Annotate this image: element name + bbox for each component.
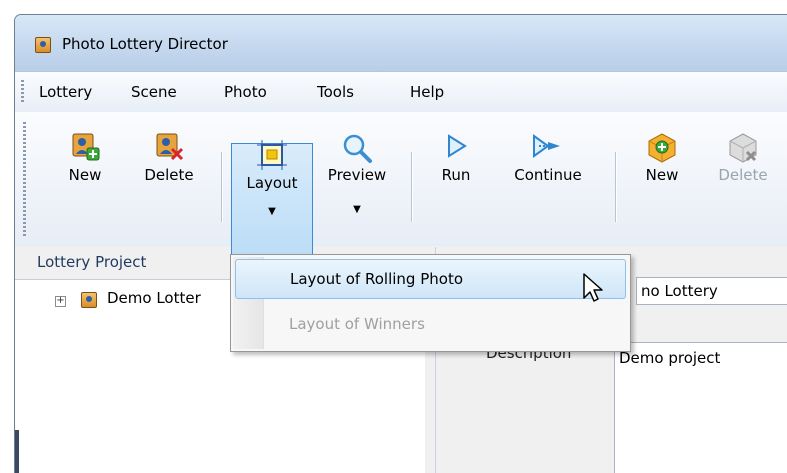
lottery-name-field[interactable]: no Lottery xyxy=(636,277,787,305)
tree-item-demo-lottery[interactable]: Demo Lotter xyxy=(107,289,201,307)
continue-label: Continue xyxy=(514,166,582,184)
left-edge-strip xyxy=(15,430,19,473)
layout-dropdown-menu: Layout of Rolling Photo Layout of Winner… xyxy=(230,254,631,352)
menu-bar: Lottery Scene Photo Tools Help xyxy=(15,71,787,113)
description-value: Demo project xyxy=(619,349,721,367)
delete-lottery-button[interactable]: Delete xyxy=(125,112,213,222)
mouse-pointer-icon xyxy=(583,273,603,302)
menu-tools[interactable]: Tools xyxy=(317,83,354,101)
layout-button[interactable]: Layout ▼ xyxy=(231,140,313,264)
menu-lottery[interactable]: Lottery xyxy=(39,83,92,101)
lottery-new-icon xyxy=(72,133,100,161)
menubar-grip xyxy=(21,80,24,104)
layout-label: Layout xyxy=(246,174,298,192)
menu-help[interactable]: Help xyxy=(410,83,444,101)
new-scene-button[interactable]: New xyxy=(627,112,697,222)
new-lottery-button[interactable]: New xyxy=(47,112,123,222)
run-button[interactable]: Run xyxy=(423,112,489,222)
delete-scene-label: Delete xyxy=(718,166,768,184)
preview-label: Preview xyxy=(327,166,387,184)
description-field[interactable]: Demo project xyxy=(614,342,787,473)
lottery-project-title: Lottery Project xyxy=(37,253,147,271)
menu-item-layout-winners-label: Layout of Winners xyxy=(289,315,425,333)
preview-button[interactable]: Preview ▼ xyxy=(313,112,401,222)
preview-magnifier-icon xyxy=(343,134,372,163)
layout-dropdown-arrow-icon[interactable]: ▼ xyxy=(268,206,276,217)
tree-expand-icon[interactable]: + xyxy=(55,296,66,307)
window-title: Photo Lottery Director xyxy=(62,35,228,53)
title-bar[interactable]: Photo Lottery Director xyxy=(15,15,787,71)
app-window: Photo Lottery Director Lottery Scene Pho… xyxy=(14,14,787,473)
menu-item-layout-winners[interactable]: Layout of Winners xyxy=(235,305,626,345)
layout-icon xyxy=(257,140,287,170)
menu-photo[interactable]: Photo xyxy=(224,83,267,101)
toolbar-grip xyxy=(23,122,26,237)
run-label: Run xyxy=(441,166,471,184)
continue-button[interactable]: Continue xyxy=(493,112,603,222)
toolbar: New Delete Layout ▼ Preview ▼ Run Contin… xyxy=(15,112,787,264)
scene-new-icon xyxy=(648,133,676,163)
delete-lottery-label: Delete xyxy=(144,166,194,184)
toolbar-separator xyxy=(221,152,222,222)
preview-dropdown-arrow-icon[interactable]: ▼ xyxy=(353,204,361,215)
run-play-icon xyxy=(448,134,467,158)
lottery-node-icon xyxy=(81,292,97,308)
continue-play-icon xyxy=(533,134,560,158)
new-lottery-label: New xyxy=(68,166,102,184)
delete-scene-button[interactable]: Delete xyxy=(701,112,785,222)
toolbar-separator xyxy=(615,152,616,222)
scene-delete-icon xyxy=(729,133,757,163)
app-icon xyxy=(35,37,51,53)
new-scene-label: New xyxy=(645,166,679,184)
lottery-delete-icon xyxy=(156,133,184,161)
lottery-name-value: no Lottery xyxy=(641,282,718,300)
menu-scene[interactable]: Scene xyxy=(131,83,177,101)
menu-item-layout-rolling-photo[interactable]: Layout of Rolling Photo xyxy=(235,259,626,299)
menu-item-layout-rolling-photo-label: Layout of Rolling Photo xyxy=(290,270,463,288)
toolbar-separator xyxy=(411,152,412,222)
